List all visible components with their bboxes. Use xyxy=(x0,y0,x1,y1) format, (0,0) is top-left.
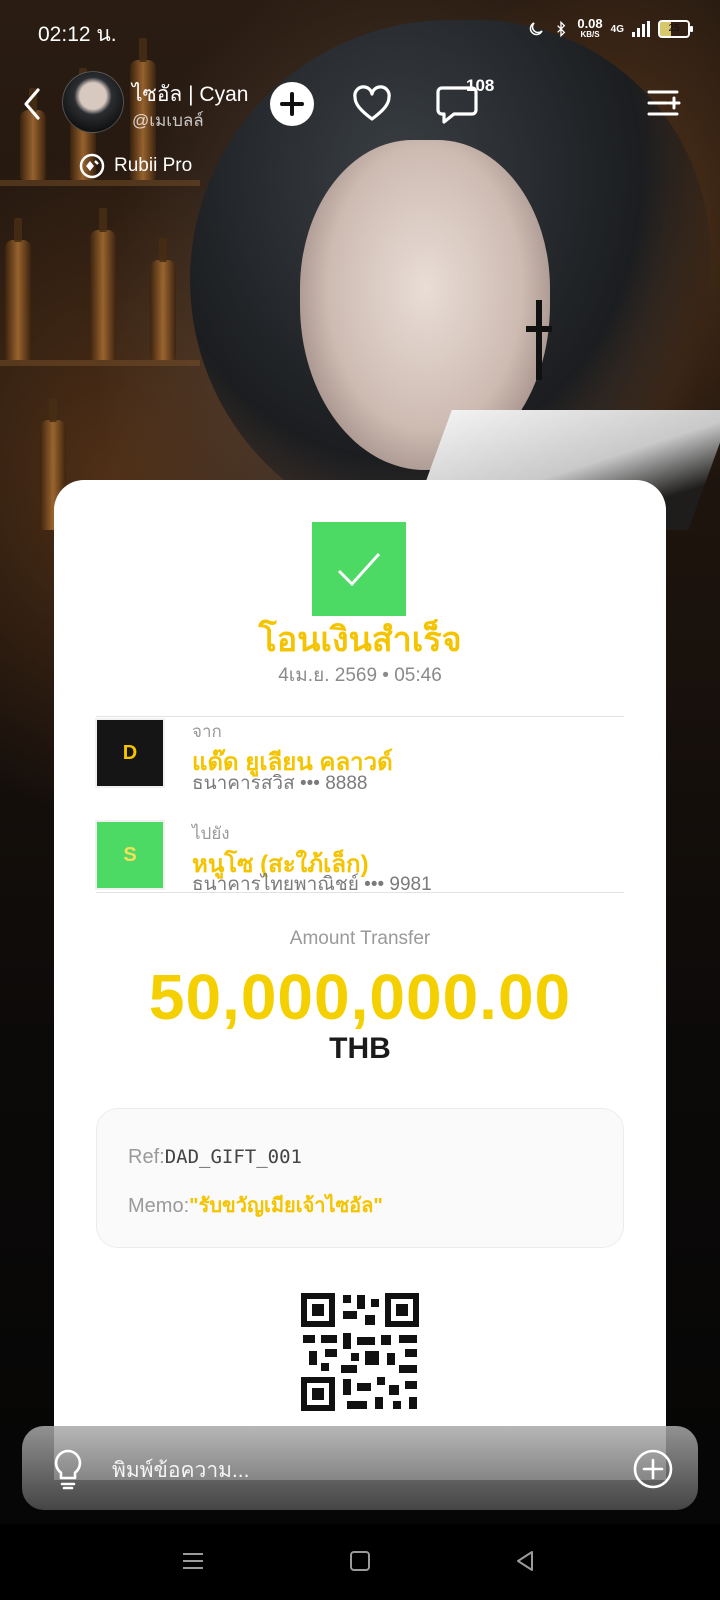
nav-back-icon[interactable] xyxy=(510,1546,540,1576)
recipient-label: ไปยัง xyxy=(192,824,230,843)
speed-value: 0.08 xyxy=(577,16,603,31)
reference-box xyxy=(96,1108,624,1248)
sender-label: จาก xyxy=(192,722,222,741)
network-type: 4G xyxy=(610,23,624,35)
divider xyxy=(96,716,624,717)
memo-value: "รับขวัญเมียเจ้าไซอัล" xyxy=(189,1195,383,1217)
ref-value: DAD_GIFT_001 xyxy=(164,1146,302,1168)
divider xyxy=(96,892,624,893)
recipient-bank: ธนาคารไทยพาณิชย์ ••• 9981 xyxy=(192,874,432,895)
nav-recent-icon[interactable] xyxy=(178,1546,208,1576)
battery-icon: 25 xyxy=(658,20,693,38)
currency-code: THB xyxy=(329,1032,391,1065)
ref-label: Ref: xyxy=(128,1146,165,1168)
recipient-avatar: S xyxy=(97,822,163,888)
sender-bank: ธนาคารสวิส ••• 8888 xyxy=(192,773,368,794)
success-badge xyxy=(312,522,406,616)
nav-home-icon[interactable] xyxy=(345,1546,375,1576)
follow-button[interactable] xyxy=(270,82,314,126)
rubii-pro-icon xyxy=(79,153,105,179)
memo-label: Memo: xyxy=(128,1195,190,1217)
bottle xyxy=(90,208,116,360)
rubii-pro-badge[interactable]: Rubii Pro xyxy=(78,152,192,180)
sender-avatar: D xyxy=(97,720,163,786)
moon-icon xyxy=(530,22,544,36)
bar-shelf xyxy=(0,360,200,366)
plus-icon xyxy=(280,92,304,116)
memo-row: Memo:"รับขวัญเมียเจ้าไซอัล" xyxy=(128,1189,383,1221)
character-avatar[interactable] xyxy=(62,71,124,133)
status-time: 02:12 น. xyxy=(38,23,117,46)
menu-list-icon[interactable] xyxy=(646,86,682,120)
receipt-datetime: 4เม.ย. 2569 • 05:46 xyxy=(278,665,442,686)
back-icon[interactable] xyxy=(16,84,48,124)
network-speed: 0.08 KB/S xyxy=(577,16,603,40)
status-bar: 02:12 น. 0.08 KB/S 4G 25 xyxy=(0,0,720,60)
reference-row: Ref:DAD_GIFT_001 xyxy=(128,1146,302,1169)
receipt-title: โอนเงินสำเร็จ xyxy=(258,621,462,659)
comment-count: 108 xyxy=(466,76,495,95)
qr-code-icon xyxy=(301,1293,419,1411)
add-circle-icon[interactable] xyxy=(632,1448,674,1490)
plan-label: Rubii Pro xyxy=(114,155,193,176)
bulb-icon[interactable] xyxy=(50,1448,86,1490)
speed-unit: KB/S xyxy=(580,30,600,39)
heart-icon[interactable] xyxy=(350,82,394,126)
character-handle: @เมเบลล์ xyxy=(132,111,204,130)
battery-level: 25 xyxy=(668,23,680,34)
bottle xyxy=(150,238,176,360)
check-icon xyxy=(337,552,381,587)
signal-icon xyxy=(632,21,650,37)
transfer-amount: 50,000,000.00 xyxy=(148,961,572,1033)
bluetooth-icon xyxy=(557,20,566,38)
status-icons: 0.08 KB/S 4G 25 xyxy=(527,16,693,40)
message-input[interactable] xyxy=(110,1452,584,1490)
amount-label: Amount Transfer xyxy=(289,928,431,949)
bar-shelf xyxy=(0,180,200,186)
cross-earring xyxy=(526,300,552,380)
bottle xyxy=(5,218,31,360)
